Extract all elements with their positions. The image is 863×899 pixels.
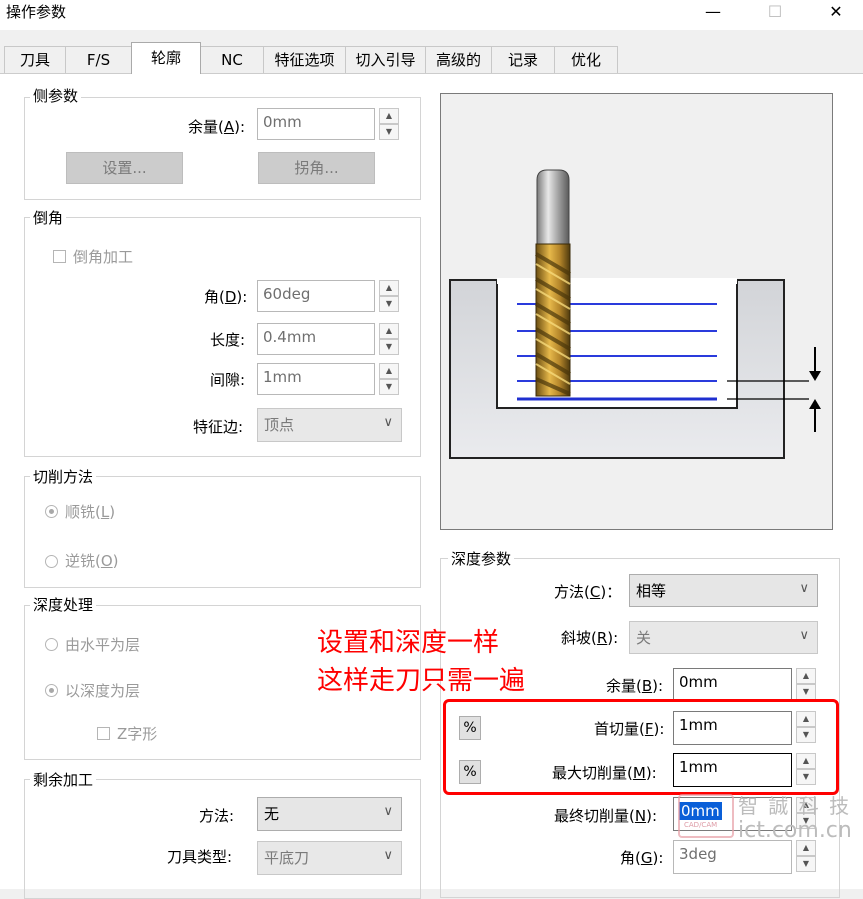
by-level-label: 由水平为层	[65, 636, 141, 654]
tab-fs[interactable]: F/S	[65, 46, 132, 73]
cut-method-group	[24, 476, 421, 588]
chevron-down-icon: ∨	[383, 415, 393, 430]
tool-type-label: 刀具类型:	[167, 848, 233, 866]
watermark-logo-text: CAD/CAM	[684, 821, 718, 829]
chamfer-gap-label: 间隙:	[210, 371, 246, 389]
tool-type-value: 平底刀	[264, 849, 310, 867]
conventional-label: 逆铣(O)	[65, 552, 119, 570]
chamfer-gap-spinner[interactable]: ▲ ▼	[379, 363, 399, 395]
chamfer-length-spinner[interactable]: ▲ ▼	[379, 323, 399, 355]
by-depth-radio[interactable]	[45, 684, 58, 697]
side-allowance-spinner[interactable]: ▲ ▼	[379, 108, 399, 140]
feature-edge-select[interactable]: 顶点 ∨	[257, 408, 402, 442]
depth-processing-title: 深度处理	[30, 594, 97, 615]
zigzag-checkbox[interactable]	[97, 727, 110, 740]
close-button[interactable]: ✕	[813, 0, 859, 26]
chamfer-gap-input[interactable]: 1mm	[257, 363, 375, 395]
spin-down-icon[interactable]: ▼	[796, 684, 816, 700]
watermark-url: ict.com.cn	[738, 818, 852, 843]
feature-edge-label: 特征边:	[193, 418, 244, 436]
chamfer-angle-label: 角(D):	[204, 288, 248, 306]
maximize-button: ☐	[767, 2, 783, 21]
conventional-radio[interactable]	[45, 555, 58, 568]
tab-feature-options[interactable]: 特征选项	[263, 46, 346, 73]
climb-label: 顺铣(L)	[65, 503, 116, 521]
depth-allowance-input[interactable]: 0mm	[673, 668, 792, 702]
depth-allowance-label: 余量(B):	[606, 677, 664, 695]
ramp-select[interactable]: 关 ∨	[629, 621, 818, 654]
allowance-label: 余量(A):	[188, 118, 246, 136]
title-bar: 操作参数 — ☐ ✕	[0, 0, 863, 30]
watermark-logo: CAD/CAM	[678, 794, 734, 838]
spin-up-icon[interactable]: ▲	[379, 363, 399, 379]
climb-radio[interactable]	[45, 505, 58, 518]
tab-tool[interactable]: 刀具	[4, 46, 66, 73]
chamfer-checkbox-label: 倒角加工	[73, 248, 134, 266]
tab-lead-in[interactable]: 切入引导	[345, 46, 426, 73]
depth-method-select[interactable]: 相等 ∨	[629, 574, 818, 607]
depth-angle-label: 角(G):	[620, 849, 664, 867]
side-params-title: 侧参数	[30, 85, 82, 106]
tab-log[interactable]: 记录	[491, 46, 555, 73]
side-allowance-input[interactable]: 0mm	[257, 108, 375, 140]
zigzag-label: Z字形	[117, 725, 158, 743]
depth-angle-input[interactable]: 3deg	[673, 840, 792, 874]
tab-optimize[interactable]: 优化	[554, 46, 618, 73]
corner-button[interactable]: 拐角...	[258, 152, 375, 184]
rest-method-label: 方法:	[199, 807, 235, 825]
chevron-down-icon: ∨	[383, 848, 393, 863]
tab-nc[interactable]: NC	[200, 46, 264, 73]
annotation-highlight-box	[443, 699, 839, 795]
tool-diagram-svg	[449, 169, 821, 459]
tab-advanced[interactable]: 高级的	[425, 46, 492, 73]
spin-down-icon[interactable]: ▼	[379, 339, 399, 355]
annotation-line-2: 这样走刀只需一遍	[317, 666, 526, 696]
spin-up-icon[interactable]: ▲	[796, 668, 816, 684]
final-cut-label: 最终切削量(N):	[554, 807, 657, 825]
minimize-button[interactable]: —	[690, 0, 736, 26]
annotation-line-1: 设置和深度一样	[317, 628, 500, 658]
cut-method-title: 切削方法	[30, 466, 97, 487]
watermark-brand: 智 誠 科 技	[738, 794, 852, 818]
contour-depth-illustration	[440, 93, 833, 530]
feature-edge-value: 顶点	[264, 416, 295, 434]
spin-up-icon[interactable]: ▲	[379, 108, 399, 124]
by-depth-label: 以深度为层	[65, 682, 141, 700]
chamfer-length-label: 长度:	[210, 331, 246, 349]
ramp-label: 斜坡(R):	[561, 629, 619, 647]
spin-down-icon[interactable]: ▼	[379, 296, 399, 312]
depth-params-title: 深度参数	[448, 548, 515, 569]
spin-down-icon[interactable]: ▼	[796, 856, 816, 872]
tab-strip: 刀具 F/S 轮廓 NC 特征选项 切入引导 高级的 记录 优化	[0, 30, 863, 74]
tool-type-select[interactable]: 平底刀 ∨	[257, 841, 402, 875]
rest-method-select[interactable]: 无 ∨	[257, 797, 402, 831]
settings-button[interactable]: 设置...	[66, 152, 183, 184]
pocket-cavity	[496, 279, 738, 409]
spin-down-icon[interactable]: ▼	[379, 124, 399, 140]
depth-method-label: 方法(C)：	[554, 583, 622, 601]
rest-method-value: 无	[264, 805, 280, 823]
chamfer-title: 倒角	[30, 207, 67, 228]
chamfer-length-input[interactable]: 0.4mm	[257, 323, 375, 355]
pocket-opening	[497, 278, 737, 284]
depth-method-value: 相等	[636, 582, 667, 600]
tab-contour[interactable]: 轮廓	[131, 42, 201, 74]
chevron-down-icon: ∨	[383, 804, 393, 819]
spin-up-icon[interactable]: ▲	[379, 280, 399, 296]
by-level-radio[interactable]	[45, 638, 58, 651]
chevron-down-icon: ∨	[799, 628, 809, 643]
depth-angle-spinner[interactable]: ▲ ▼	[796, 840, 816, 872]
ramp-value: 关	[636, 629, 652, 647]
spin-up-icon[interactable]: ▲	[379, 323, 399, 339]
tool-shank	[536, 169, 570, 245]
window-title: 操作参数	[6, 3, 67, 21]
chamfer-angle-input[interactable]: 60deg	[257, 280, 375, 312]
rest-machining-title: 剩余加工	[30, 769, 97, 790]
spin-down-icon[interactable]: ▼	[379, 379, 399, 395]
chamfer-checkbox[interactable]	[53, 250, 66, 263]
chevron-down-icon: ∨	[799, 581, 809, 596]
depth-allowance-spinner[interactable]: ▲ ▼	[796, 668, 816, 700]
chamfer-angle-spinner[interactable]: ▲ ▼	[379, 280, 399, 312]
